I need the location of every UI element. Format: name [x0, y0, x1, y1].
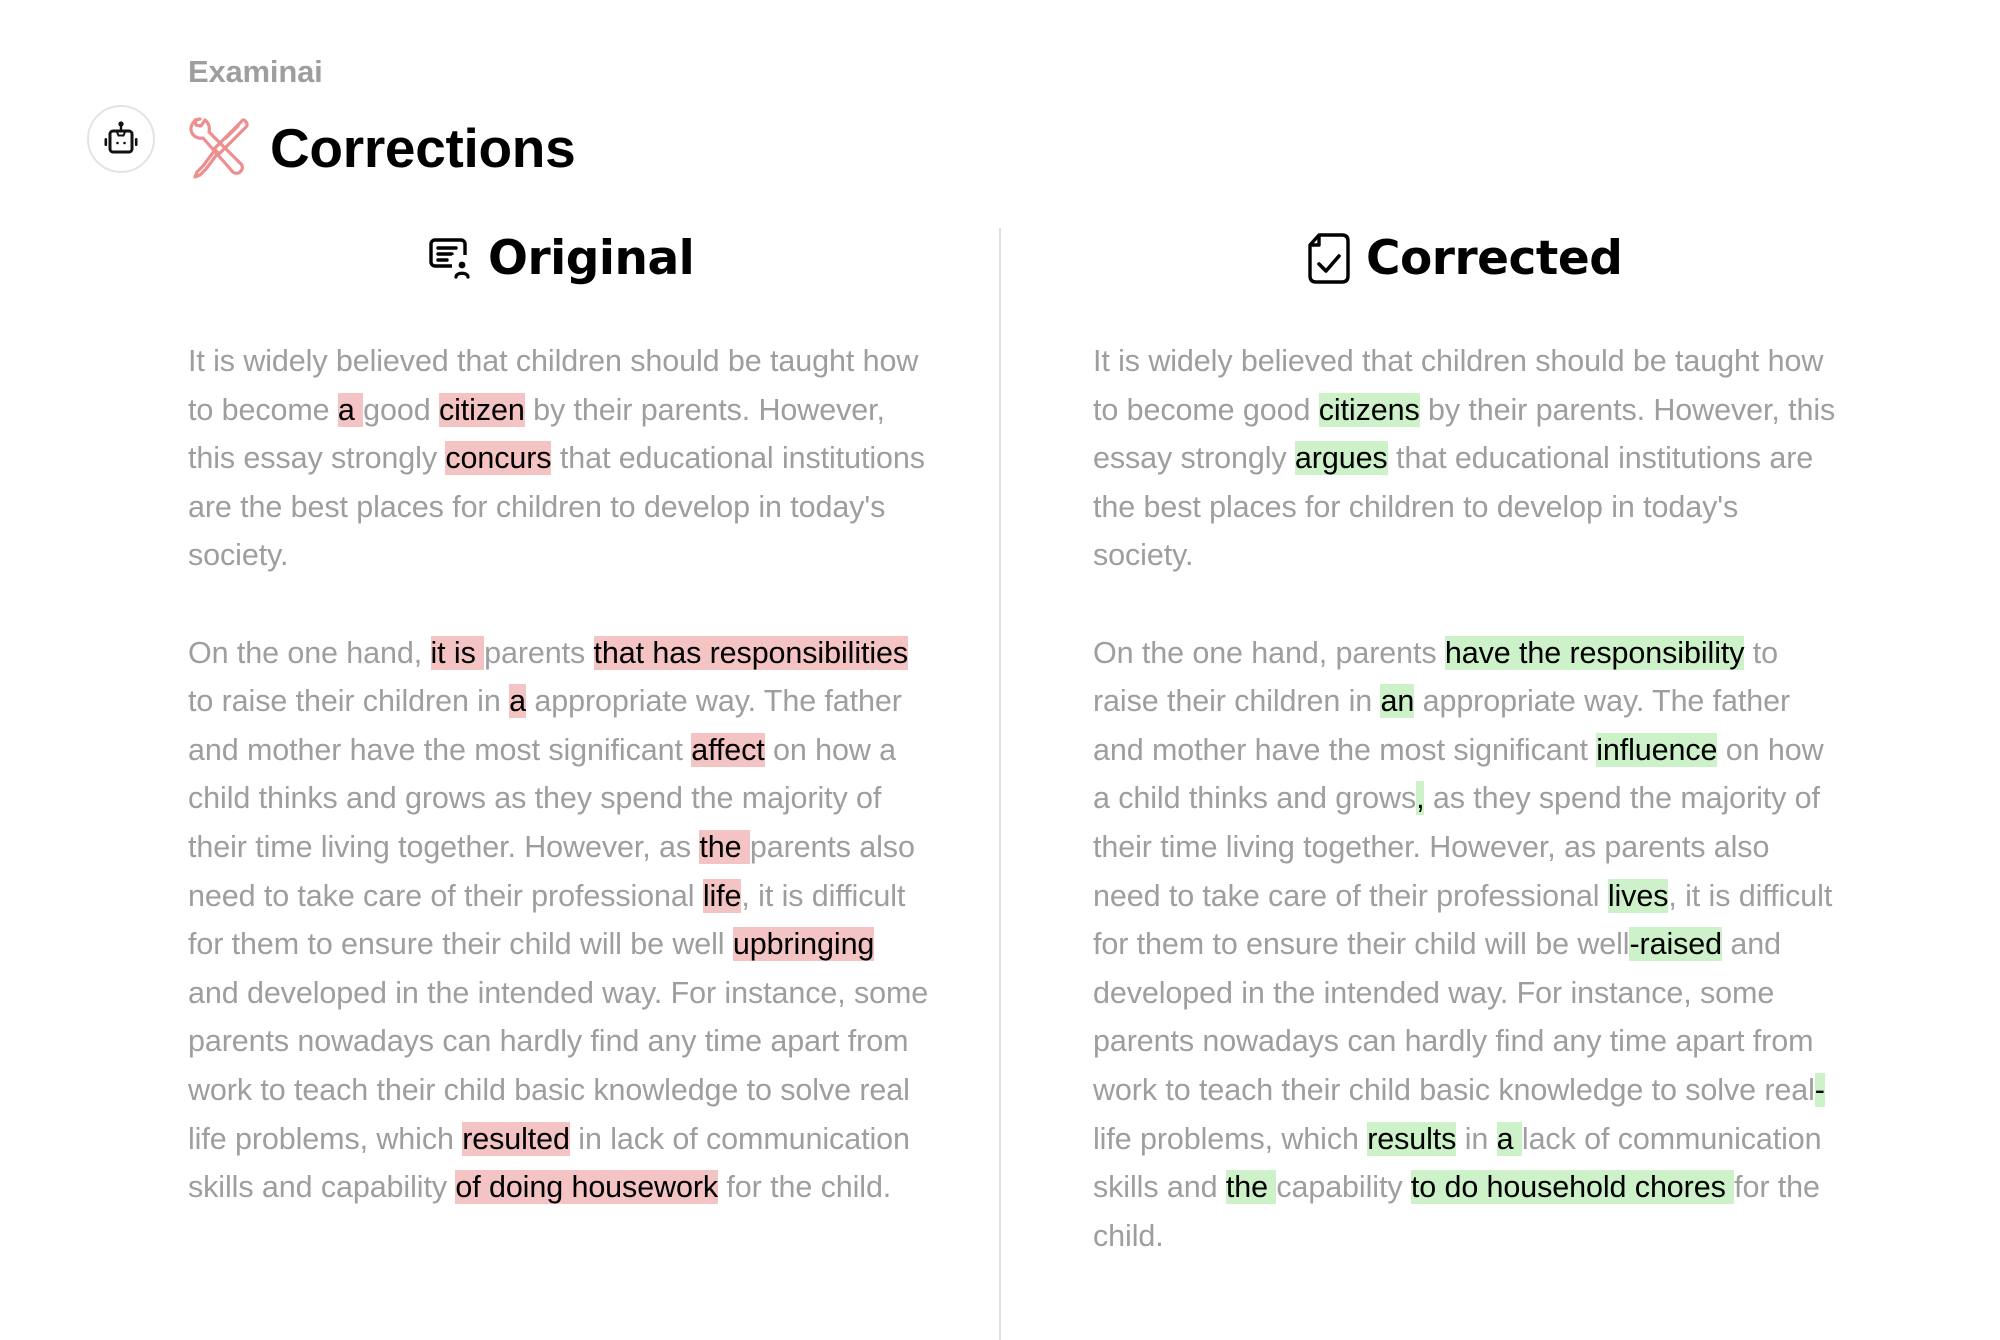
- essay-text-segment: good: [363, 392, 439, 427]
- error-highlight: it is: [430, 635, 485, 670]
- correction-highlight: the: [1225, 1170, 1277, 1205]
- essay-text-segment: On the one hand,: [188, 635, 431, 670]
- error-highlight: concurs: [445, 441, 552, 476]
- column-divider: [999, 228, 1001, 1340]
- essay-text-segment: in: [1456, 1121, 1497, 1156]
- document-check-icon: [1308, 233, 1350, 284]
- corrected-column-title: Corrected: [1366, 230, 1623, 286]
- correction-highlight: influence: [1596, 732, 1718, 767]
- app-brand: Examinai: [188, 54, 323, 89]
- error-highlight: a: [509, 684, 526, 719]
- correction-highlight: to do household chores: [1410, 1170, 1735, 1205]
- correction-highlight: results: [1367, 1121, 1457, 1156]
- error-highlight: of doing housework: [455, 1170, 719, 1205]
- essay-text-segment: capability: [1276, 1170, 1411, 1205]
- page-header: Corrections: [186, 112, 576, 184]
- error-highlight: the: [699, 829, 750, 864]
- essay-paragraph: It is widely believed that children shou…: [188, 337, 933, 580]
- corrected-column-header: Corrected: [1306, 226, 1623, 290]
- robot-icon: [104, 121, 138, 154]
- correction-highlight: citizens: [1318, 392, 1420, 427]
- correction-highlight: lives: [1607, 878, 1669, 913]
- original-column-title: Original: [488, 230, 695, 286]
- page-title: Corrections: [270, 117, 576, 179]
- correction-highlight: have the responsibility: [1444, 635, 1745, 670]
- error-highlight: affect: [691, 732, 765, 767]
- correction-highlight: a: [1496, 1121, 1522, 1156]
- essay-text-segment: to raise their children in: [188, 684, 510, 719]
- error-highlight: life: [702, 878, 742, 913]
- essay-paragraph: On the one hand, parents have the respon…: [1093, 629, 1838, 1261]
- assistant-avatar-button[interactable]: [87, 105, 155, 173]
- correction-highlight: argues: [1294, 441, 1388, 476]
- original-column-header: Original: [428, 226, 695, 290]
- correction-highlight: an: [1380, 684, 1415, 719]
- error-highlight: upbringing: [732, 927, 875, 962]
- essay-paragraph: On the one hand, it is parents that has …: [188, 629, 933, 1212]
- essay-text-segment: for the child.: [718, 1170, 892, 1205]
- essay-text-segment: life problems, which: [1093, 1121, 1368, 1156]
- error-highlight: a: [337, 392, 364, 427]
- correction-highlight: -: [1814, 1072, 1825, 1107]
- error-highlight: resulted: [462, 1121, 570, 1156]
- error-highlight: citizen: [438, 392, 525, 427]
- corrected-essay-text: It is widely believed that children shou…: [1093, 337, 1838, 1309]
- essay-text-segment: On the one hand, parents: [1093, 635, 1445, 670]
- essay-text-segment: parents: [484, 635, 594, 670]
- correction-highlight: -raised: [1629, 927, 1722, 962]
- wrench-screwdriver-icon: [189, 117, 249, 179]
- error-highlight: that has responsibilities: [593, 635, 909, 670]
- document-user-icon: [429, 238, 470, 279]
- essay-paragraph: It is widely believed that children shou…: [1093, 337, 1838, 580]
- original-essay-text: It is widely believed that children shou…: [188, 337, 933, 1260]
